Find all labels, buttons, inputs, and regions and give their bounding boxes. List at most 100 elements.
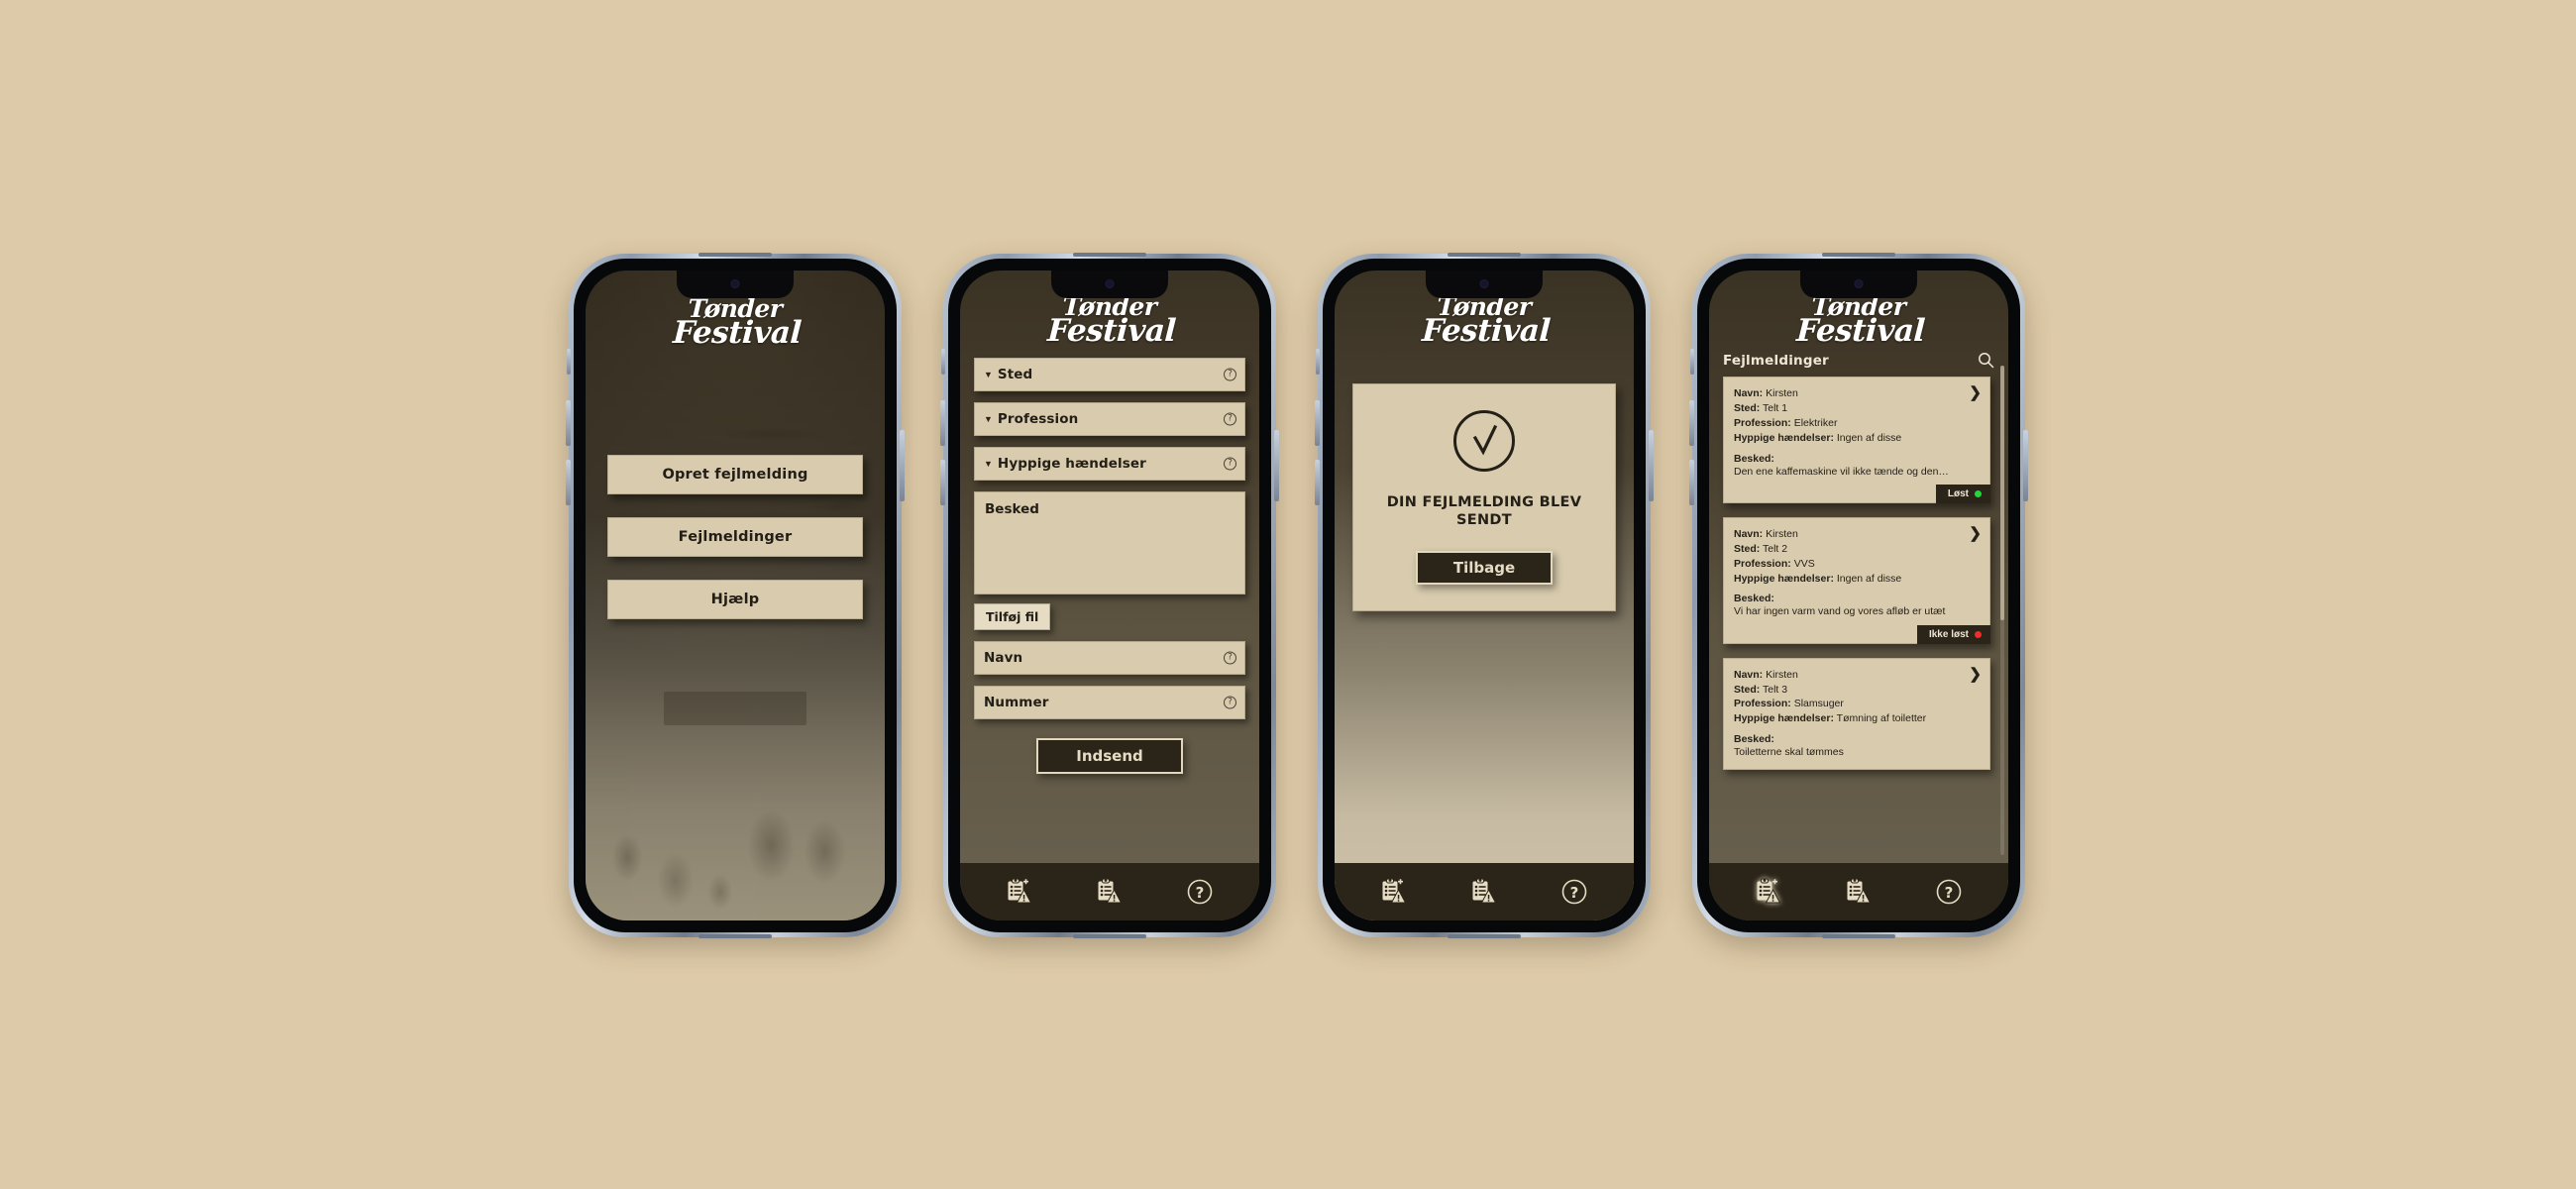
tab-reports-list[interactable] bbox=[1836, 872, 1881, 912]
volume-up-button[interactable] bbox=[940, 400, 945, 446]
phone-notch bbox=[1051, 270, 1168, 298]
home-menu: Opret fejlmelding Fejlmeldinger Hjælp bbox=[586, 455, 885, 642]
phone-mockup-home: Tønder Festival Opret fejlmelding Fejlme… bbox=[566, 253, 905, 938]
power-button[interactable] bbox=[1649, 430, 1654, 501]
create-report-button[interactable]: Opret fejlmelding bbox=[607, 455, 863, 495]
power-button[interactable] bbox=[2023, 430, 2028, 501]
label-haendelser: Hyppige hændelser: bbox=[1734, 431, 1834, 444]
phone-bezel: Tønder Festival Opret fejlmelding Fejlme… bbox=[574, 259, 897, 932]
dropdown-sted[interactable]: ▼ Sted ? bbox=[974, 358, 1245, 392]
chevron-right-icon[interactable]: ❯ bbox=[1969, 667, 1982, 682]
question-circle-icon: ? bbox=[1937, 879, 1962, 905]
silent-switch[interactable] bbox=[1690, 349, 1694, 375]
volume-down-button[interactable] bbox=[1315, 460, 1320, 505]
confirmation-screen: Tønder Festival DIN FEJLMELDING BLEV SEN… bbox=[1335, 270, 1634, 920]
power-button[interactable] bbox=[1274, 430, 1279, 501]
tab-reports-list[interactable] bbox=[1461, 872, 1507, 912]
front-camera bbox=[1105, 279, 1115, 288]
dropdown-hyppige-haendelser[interactable]: ▼ Hyppige hændelser ? bbox=[974, 447, 1245, 482]
chevron-right-icon[interactable]: ❯ bbox=[1969, 385, 1982, 400]
help-icon-navn[interactable]: ? bbox=[1224, 651, 1236, 665]
value-sted: Telt 3 bbox=[1762, 683, 1788, 696]
label-haendelser: Hyppige hændelser: bbox=[1734, 712, 1834, 725]
input-navn[interactable]: Navn ? bbox=[974, 641, 1245, 676]
svg-text:?: ? bbox=[1196, 884, 1205, 902]
help-icon-profession[interactable]: ? bbox=[1224, 412, 1236, 426]
tab-help[interactable]: ? bbox=[1926, 872, 1972, 912]
front-camera bbox=[1854, 279, 1864, 288]
label-haendelser: Hyppige hændelser: bbox=[1734, 572, 1834, 585]
value-navn: Kirsten bbox=[1766, 527, 1798, 540]
message-textarea[interactable]: Besked bbox=[974, 491, 1245, 595]
status-label: Ikke løst bbox=[1928, 628, 1969, 640]
field-sted: Sted: Telt 3 bbox=[1734, 683, 1980, 698]
tab-create-report[interactable] bbox=[1746, 872, 1791, 912]
tab-help[interactable]: ? bbox=[1552, 872, 1597, 912]
volume-up-button[interactable] bbox=[1315, 400, 1320, 446]
label-navn: Navn: bbox=[1734, 668, 1764, 681]
volume-down-button[interactable] bbox=[1689, 460, 1694, 505]
question-circle-icon: ? bbox=[1188, 879, 1213, 905]
tab-create-report[interactable] bbox=[997, 872, 1042, 912]
frame-antenna-line-bottom bbox=[1073, 934, 1146, 938]
label-sted: Sted: bbox=[1734, 401, 1761, 414]
label-profession: Profession: bbox=[1734, 698, 1791, 710]
volume-down-button[interactable] bbox=[940, 460, 945, 505]
clipboard-warning-icon bbox=[1472, 878, 1497, 904]
list-scrollbar[interactable] bbox=[2000, 366, 2004, 855]
help-icon-haendelser[interactable]: ? bbox=[1224, 457, 1236, 471]
dropdown-haendelser-label: Hyppige hændelser bbox=[997, 456, 1146, 473]
value-haendelser: Ingen af disse bbox=[1836, 572, 1902, 585]
label-navn: Navn: bbox=[1734, 527, 1764, 540]
help-icon-nummer[interactable]: ? bbox=[1224, 696, 1236, 709]
field-profession: Profession: Slamsuger bbox=[1734, 697, 1980, 711]
chevron-right-icon[interactable]: ❯ bbox=[1969, 526, 1982, 541]
silent-switch[interactable] bbox=[941, 349, 945, 375]
submit-button[interactable]: Indsend bbox=[1036, 738, 1183, 775]
reports-header: Fejlmeldinger bbox=[1709, 344, 2008, 373]
add-file-button[interactable]: Tilføj fil bbox=[974, 603, 1051, 631]
field-haendelser: Hyppige hændelser: Tømning af toiletter bbox=[1734, 711, 1980, 726]
dropdown-sted-label: Sted bbox=[997, 367, 1033, 383]
value-profession: Slamsuger bbox=[1793, 698, 1844, 710]
status-badge: Løst bbox=[1935, 484, 1990, 503]
volume-up-button[interactable] bbox=[566, 400, 571, 446]
dropdown-profession-label: Profession bbox=[997, 411, 1079, 428]
frame-antenna-line-top bbox=[1073, 253, 1146, 257]
value-haendelser: Tømning af toiletter bbox=[1836, 712, 1927, 725]
input-nummer[interactable]: Nummer ? bbox=[974, 686, 1245, 720]
page-title: Fejlmeldinger bbox=[1723, 352, 1829, 369]
status-dot bbox=[1975, 489, 1982, 497]
reports-list-button[interactable]: Fejlmeldinger bbox=[607, 517, 863, 558]
svg-text:?: ? bbox=[1570, 884, 1579, 902]
status-dot bbox=[1975, 630, 1982, 638]
table-row[interactable]: ❯ Navn: Kirsten Sted: Telt 1 Profession:… bbox=[1723, 377, 1990, 503]
tab-reports-list[interactable] bbox=[1087, 872, 1132, 912]
phone-notch bbox=[1426, 270, 1543, 298]
tab-help[interactable]: ? bbox=[1177, 872, 1223, 912]
frame-antenna-line-bottom bbox=[1448, 934, 1521, 938]
silent-switch[interactable] bbox=[567, 349, 571, 375]
power-button[interactable] bbox=[900, 430, 905, 501]
tab-create-report[interactable] bbox=[1371, 872, 1417, 912]
question-circle-icon: ? bbox=[1562, 879, 1587, 905]
help-icon-sted[interactable]: ? bbox=[1224, 368, 1236, 381]
field-sted: Sted: Telt 1 bbox=[1734, 401, 1980, 416]
help-button[interactable]: Hjælp bbox=[607, 580, 863, 620]
frame-antenna-line-top bbox=[1448, 253, 1521, 257]
volume-down-button[interactable] bbox=[566, 460, 571, 505]
input-navn-label: Navn bbox=[984, 650, 1023, 667]
table-row[interactable]: ❯ Navn: Kirsten Sted: Telt 3 Profession:… bbox=[1723, 657, 1990, 771]
volume-up-button[interactable] bbox=[1689, 400, 1694, 446]
scrollbar-thumb[interactable] bbox=[2000, 366, 2004, 620]
table-row[interactable]: ❯ Navn: Kirsten Sted: Telt 2 Profession:… bbox=[1723, 516, 1990, 644]
back-button[interactable]: Tilbage bbox=[1415, 551, 1554, 586]
dropdown-profession[interactable]: ▼ Profession ? bbox=[974, 402, 1245, 437]
search-icon[interactable] bbox=[1978, 352, 1994, 369]
value-navn: Kirsten bbox=[1766, 387, 1798, 400]
frame-antenna-line-bottom bbox=[1822, 934, 1895, 938]
silent-switch[interactable] bbox=[1316, 349, 1320, 375]
clipboard-plus-warning-icon bbox=[1008, 878, 1031, 904]
field-haendelser: Hyppige hændelser: Ingen af disse bbox=[1734, 431, 1980, 446]
input-nummer-label: Nummer bbox=[984, 695, 1049, 711]
